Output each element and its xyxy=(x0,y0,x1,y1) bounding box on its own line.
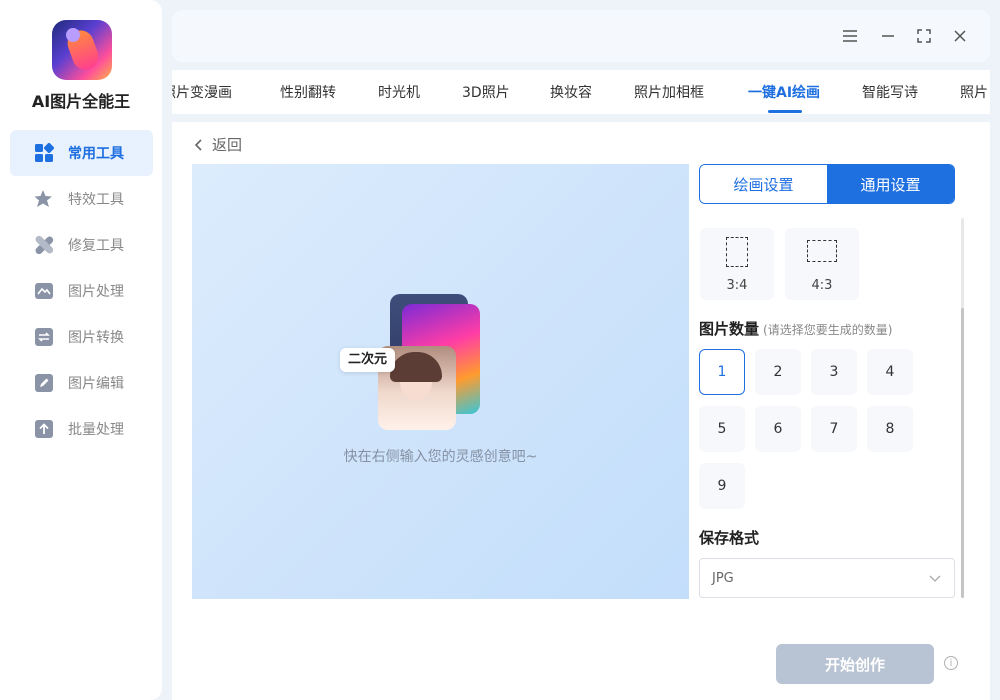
edit-icon xyxy=(34,373,54,393)
back-button[interactable]: 返回 xyxy=(192,134,242,155)
sidebar-item-label: 修复工具 xyxy=(68,238,124,254)
convert-icon xyxy=(34,327,54,347)
tab-photo-to-comic[interactable]: 照片变漫画 xyxy=(172,82,232,102)
sidebar-item-label: 图片转换 xyxy=(68,330,124,346)
portrait-ratio-icon xyxy=(726,237,748,267)
save-format-value: JPG xyxy=(712,570,734,586)
sidebar-item-repair-tools[interactable]: 修复工具 xyxy=(10,222,153,268)
sidebar-item-label: 批量处理 xyxy=(68,422,124,438)
ratio-option-3-4[interactable]: 3:4 xyxy=(700,228,774,300)
tab-makeup[interactable]: 换妆容 xyxy=(550,82,592,102)
active-tab-indicator xyxy=(768,110,802,113)
ratio-option-4-3[interactable]: 4:3 xyxy=(785,228,859,300)
sparkle-icon xyxy=(34,189,54,209)
save-format-select[interactable]: JPG xyxy=(699,558,955,598)
count-option-3[interactable]: 3 xyxy=(811,349,857,395)
sidebar: AI图片全能王 常用工具 特效工具 修复工具 图片处理 图片转换 图片编辑 批量… xyxy=(0,0,162,700)
tab-painting-settings[interactable]: 绘画设置 xyxy=(700,165,827,203)
count-option-8[interactable]: 8 xyxy=(867,406,913,452)
chevron-left-icon xyxy=(194,138,202,151)
image-count-label: 图片数量 xyxy=(699,320,760,338)
main-panel: 返回 二次元 快在右侧输入您的灵感创意吧~ 绘画设置 通用设置 3:4 4:3 … xyxy=(172,122,990,700)
count-option-4[interactable]: 4 xyxy=(867,349,913,395)
image-count-hint: (请选择您要生成的数量) xyxy=(763,323,893,337)
count-option-1[interactable]: 1 xyxy=(699,349,745,395)
scrollbar-thumb[interactable] xyxy=(961,308,964,598)
feature-tabs: 照片变漫画 性别翻转 时光机 3D照片 换妆容 照片加相框 一键AI绘画 智能写… xyxy=(172,70,990,114)
grid-icon xyxy=(34,143,54,163)
tab-photo-more[interactable]: 照片 xyxy=(960,82,988,102)
sidebar-item-image-process[interactable]: 图片处理 xyxy=(10,268,153,314)
tab-smart-poem[interactable]: 智能写诗 xyxy=(862,82,918,102)
info-icon[interactable]: i xyxy=(944,656,958,670)
menu-icon[interactable] xyxy=(840,26,860,46)
count-option-5[interactable]: 5 xyxy=(699,406,745,452)
count-option-2[interactable]: 2 xyxy=(755,349,801,395)
preview-area: 二次元 快在右侧输入您的灵感创意吧~ xyxy=(192,164,689,599)
bandage-icon xyxy=(34,235,54,255)
title-bar xyxy=(172,10,990,62)
landscape-ratio-icon xyxy=(807,240,837,262)
start-create-button[interactable]: 开始创作 xyxy=(776,644,934,684)
ratio-label: 3:4 xyxy=(726,278,748,293)
app-logo xyxy=(52,20,112,80)
count-option-9[interactable]: 9 xyxy=(699,463,745,509)
maximize-icon[interactable] xyxy=(914,26,934,46)
count-option-7[interactable]: 7 xyxy=(811,406,857,452)
style-tag: 二次元 xyxy=(340,348,396,372)
tab-ai-painting[interactable]: 一键AI绘画 xyxy=(748,82,820,102)
image-icon xyxy=(34,281,54,301)
chevron-down-icon xyxy=(929,575,941,582)
tab-time-machine[interactable]: 时光机 xyxy=(378,82,420,102)
count-option-6[interactable]: 6 xyxy=(755,406,801,452)
upload-icon xyxy=(34,419,54,439)
sidebar-menu: 常用工具 特效工具 修复工具 图片处理 图片转换 图片编辑 批量处理 xyxy=(10,130,153,452)
save-format-title: 保存格式 xyxy=(699,529,760,547)
preview-hint: 快在右侧输入您的灵感创意吧~ xyxy=(343,449,538,465)
sidebar-item-label: 图片编辑 xyxy=(68,376,124,392)
sample-images-illustration: 二次元 xyxy=(340,294,500,434)
sidebar-item-image-convert[interactable]: 图片转换 xyxy=(10,314,153,360)
image-count-title: 图片数量 (请选择您要生成的数量) xyxy=(699,318,892,339)
back-label: 返回 xyxy=(212,136,243,154)
minimize-icon[interactable] xyxy=(878,26,898,46)
app-name: AI图片全能王 xyxy=(31,92,131,111)
ratio-label: 4:3 xyxy=(811,278,833,293)
sidebar-item-label: 图片处理 xyxy=(68,284,124,300)
sidebar-item-label: 特效工具 xyxy=(68,192,124,208)
sidebar-item-common-tools[interactable]: 常用工具 xyxy=(10,130,153,176)
sidebar-item-effect-tools[interactable]: 特效工具 xyxy=(10,176,153,222)
sidebar-item-label: 常用工具 xyxy=(68,146,124,162)
tab-3d-photo[interactable]: 3D照片 xyxy=(462,82,510,102)
sidebar-item-image-edit[interactable]: 图片编辑 xyxy=(10,360,153,406)
tab-photo-frame[interactable]: 照片加相框 xyxy=(634,82,704,102)
tab-gender-swap[interactable]: 性别翻转 xyxy=(280,82,336,102)
sidebar-item-batch-process[interactable]: 批量处理 xyxy=(10,406,153,452)
tab-general-settings[interactable]: 通用设置 xyxy=(827,165,954,203)
settings-scrollbar[interactable] xyxy=(961,218,964,598)
settings-segmented-control: 绘画设置 通用设置 xyxy=(699,164,955,204)
close-icon[interactable] xyxy=(950,26,970,46)
